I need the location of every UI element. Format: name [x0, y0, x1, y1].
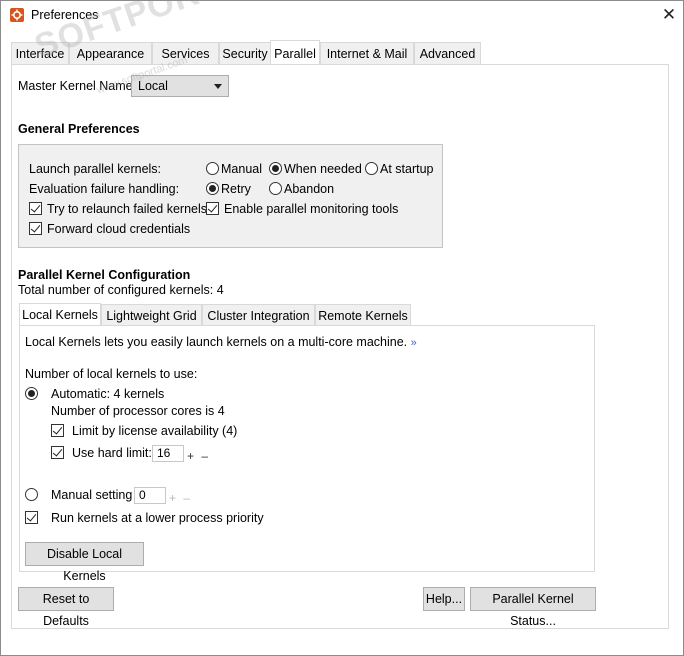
license-limit-checkbox[interactable]: [51, 424, 64, 437]
launch-at-startup-label: At startup: [380, 162, 434, 176]
cloud-credentials-label: Forward cloud credentials: [47, 222, 191, 236]
manual-setting-label: Manual setting: [51, 488, 133, 502]
lower-priority-checkbox[interactable]: [25, 511, 38, 524]
tab-internet-mail[interactable]: Internet & Mail: [320, 42, 414, 64]
tab-services[interactable]: Services: [152, 42, 219, 64]
cloud-credentials-checkbox[interactable]: [29, 222, 42, 235]
tab-interface[interactable]: Interface: [11, 42, 69, 64]
hard-limit-checkbox[interactable]: [51, 446, 64, 459]
disable-local-kernels-button[interactable]: Disable Local Kernels: [25, 542, 144, 583]
automatic-radio[interactable]: [25, 387, 38, 400]
failure-abandon-label: Abandon: [284, 182, 335, 196]
hard-limit-input[interactable]: 16: [152, 445, 184, 462]
title-bar: [0, 0, 684, 31]
monitoring-checkbox[interactable]: [206, 202, 219, 215]
tab-parallel[interactable]: Parallel: [270, 40, 320, 64]
relaunch-checkbox[interactable]: [29, 202, 42, 215]
help-button[interactable]: Help...: [423, 587, 465, 611]
launch-manual-label: Manual: [221, 162, 262, 176]
app-icon: [10, 8, 24, 22]
lower-priority-label: Run kernels at a lower process priority: [51, 511, 264, 525]
manual-setting-radio[interactable]: [25, 488, 38, 501]
monitoring-label: Enable parallel monitoring tools: [224, 202, 399, 216]
processor-cores-text: Number of processor cores is 4: [51, 404, 225, 418]
failure-retry-label: Retry: [221, 182, 251, 196]
launch-when-needed-radio[interactable]: [269, 162, 282, 175]
tab-lightweight-grid[interactable]: Lightweight Grid: [101, 304, 202, 326]
reset-to-defaults-button[interactable]: Reset to Defaults: [18, 587, 114, 628]
window-title: Preferences: [31, 8, 99, 22]
tab-appearance[interactable]: Appearance: [69, 42, 152, 64]
launch-when-needed-label: When needed: [284, 162, 362, 176]
general-preferences-heading: General Preferences: [18, 122, 140, 136]
master-kernel-label: Master Kernel Name:: [18, 79, 137, 93]
local-kernels-description-text: Local Kernels lets you easily launch ker…: [25, 335, 408, 349]
tab-cluster-integration[interactable]: Cluster Integration: [202, 304, 315, 326]
master-kernel-select[interactable]: Local: [131, 75, 229, 97]
hard-limit-stepper[interactable]: + –: [187, 449, 210, 463]
launch-manual-radio[interactable]: [206, 162, 219, 175]
failure-handling-label: Evaluation failure handling:: [29, 182, 180, 196]
parallel-kernel-status-button[interactable]: Parallel Kernel Status...: [470, 587, 596, 628]
tab-security[interactable]: Security: [219, 42, 271, 64]
failure-retry-radio[interactable]: [206, 182, 219, 195]
license-limit-label: Limit by license availability (4): [72, 424, 238, 438]
manual-setting-stepper[interactable]: + –: [169, 491, 192, 505]
tab-advanced[interactable]: Advanced: [414, 42, 481, 64]
hard-limit-label: Use hard limit:: [72, 446, 152, 460]
tab-local-kernels[interactable]: Local Kernels: [19, 303, 101, 327]
close-icon[interactable]: ✕: [660, 6, 678, 24]
local-kernels-description: Local Kernels lets you easily launch ker…: [25, 335, 417, 349]
chevron-down-icon: [214, 84, 222, 89]
launch-kernels-label: Launch parallel kernels:: [29, 162, 162, 176]
failure-abandon-radio[interactable]: [269, 182, 282, 195]
master-kernel-value: Local: [138, 79, 168, 93]
configured-kernels-count: Total number of configured kernels: 4: [18, 283, 224, 297]
manual-setting-input[interactable]: 0: [134, 487, 166, 504]
config-heading: Parallel Kernel Configuration: [18, 268, 191, 282]
number-of-kernels-label: Number of local kernels to use:: [25, 367, 198, 381]
kernel-config-tab-bar: Local Kernels Lightweight Grid Cluster I…: [19, 303, 419, 327]
launch-at-startup-radio[interactable]: [365, 162, 378, 175]
relaunch-label: Try to relaunch failed kernels: [47, 202, 208, 216]
tab-remote-kernels[interactable]: Remote Kernels: [315, 304, 411, 326]
more-info-link[interactable]: »: [411, 337, 417, 349]
automatic-label: Automatic: 4 kernels: [51, 387, 165, 401]
